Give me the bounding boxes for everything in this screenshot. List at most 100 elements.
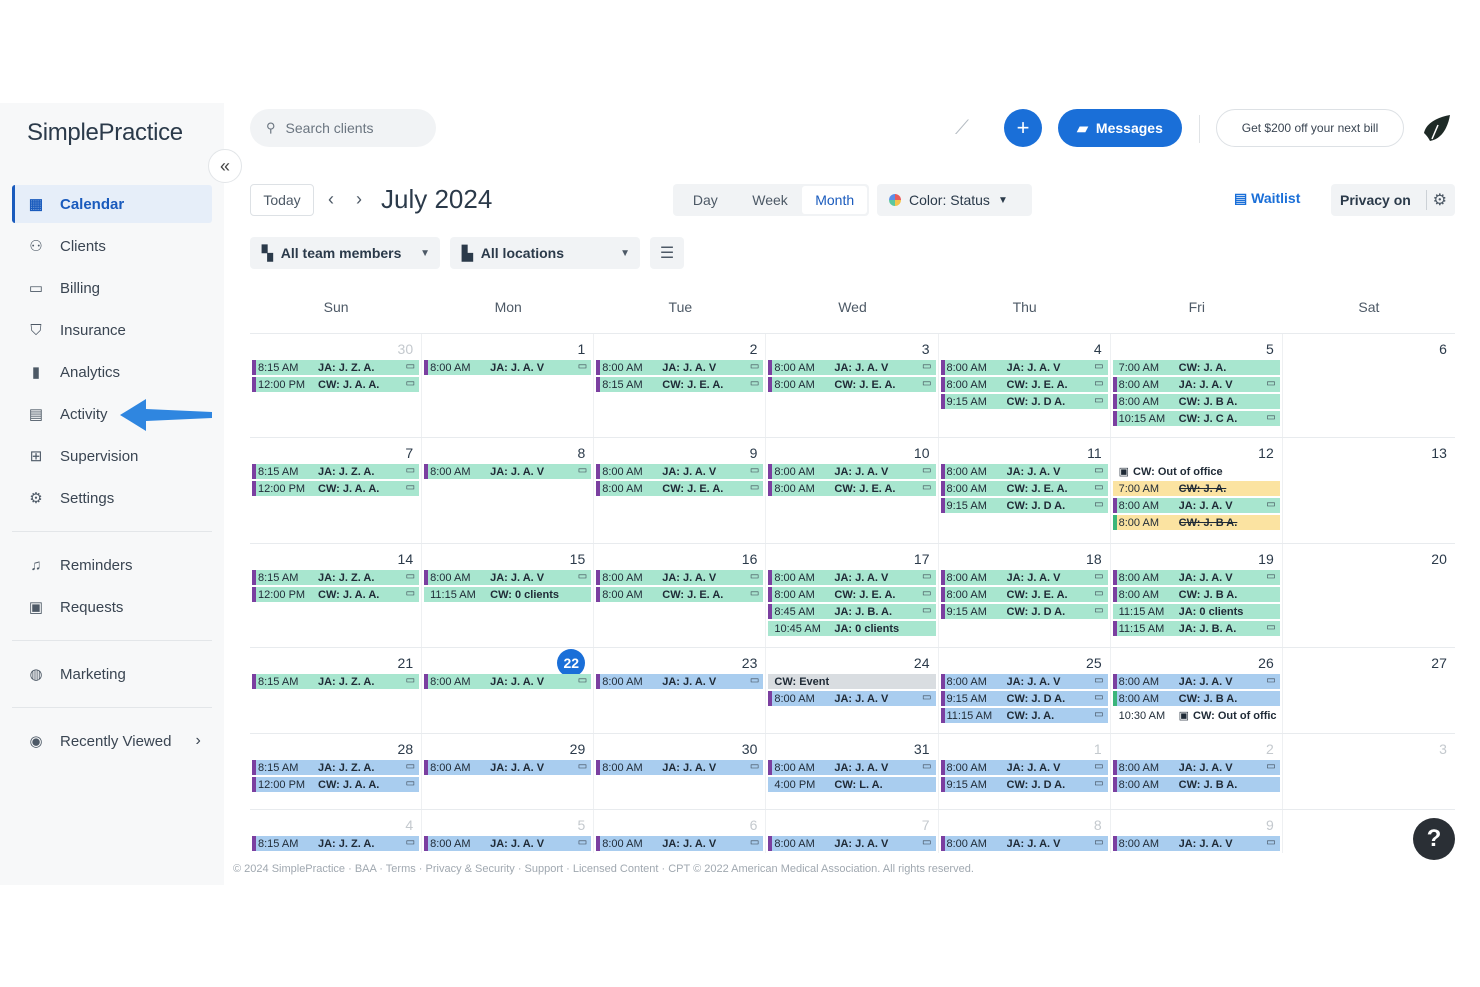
calendar-event[interactable]: 8:45 AM JA: J. B. A. ▭	[768, 604, 936, 619]
calendar-day-cell[interactable]: 21 8:15 AM JA: J. Z. A. ▭	[250, 648, 423, 733]
calendar-event[interactable]: 8:00 AM JA: J. A. V ▭	[768, 360, 936, 375]
date-number[interactable]: 8	[424, 442, 591, 464]
calendar-event[interactable]: 8:00 AM CW: J. E. A. ▭	[940, 481, 1108, 496]
date-number[interactable]: 27	[1285, 652, 1453, 674]
calendar-event[interactable]: 8:00 AM CW: J. B A.	[1112, 691, 1280, 706]
calendar-day-cell[interactable]: 30 8:15 AM JA: J. Z. A. ▭ 12:00 PM CW: J. A. …	[250, 334, 423, 437]
calendar-event[interactable]: 8:00 AM JA: J. A. V ▭	[940, 760, 1108, 775]
date-number[interactable]: 18	[941, 548, 1108, 570]
date-number[interactable]: 3	[1285, 738, 1453, 760]
date-number[interactable]: 14	[252, 548, 419, 570]
calendar-event[interactable]: 8:00 AM CW: J. E. A. ▭	[596, 587, 764, 602]
view-week-tab[interactable]: Week	[738, 186, 803, 214]
date-number[interactable]: 26	[1113, 652, 1280, 674]
date-number[interactable]: 5	[424, 814, 591, 836]
view-day-tab[interactable]: Day	[673, 186, 738, 214]
calendar-event[interactable]: 8:00 AM CW: J. B A.	[1112, 394, 1280, 409]
date-number[interactable]: 9	[1113, 814, 1280, 836]
calendar-event[interactable]: 8:15 AM JA: J. Z. A. ▭	[252, 760, 420, 775]
privacy-toggle[interactable]: Privacy on ⚙	[1331, 184, 1455, 216]
calendar-event[interactable]: 8:00 AM JA: J. A. V ▭	[424, 360, 592, 375]
sidebar-item-analytics[interactable]: ▮ Analytics	[12, 353, 212, 391]
calendar-event[interactable]: 8:15 AM CW: J. E. A. ▭	[596, 377, 764, 392]
calendar-event[interactable]: 8:00 AM JA: J. A. V ▭	[1112, 760, 1280, 775]
calendar-day-cell[interactable]: 22 8:00 AM JA: J. A. V ▭	[422, 648, 595, 733]
calendar-event[interactable]: 8:00 AM JA: J. A. V ▭	[768, 570, 936, 585]
date-number[interactable]: 16	[596, 548, 763, 570]
calendar-event[interactable]: 7:00 AM CW: J. A.	[1112, 360, 1280, 375]
calendar-event[interactable]: 8:00 AM CW: J. E. A. ▭	[940, 587, 1108, 602]
calendar-event[interactable]: 8:00 AM JA: J. A. V ▭	[424, 760, 592, 775]
calendar-day-cell[interactable]: 1 8:00 AM JA: J. A. V ▭ 9:15 AM CW: J. D A. ▭	[939, 734, 1111, 809]
calendar-day-cell[interactable]: 17 8:00 AM JA: J. A. V ▭ 8:00 AM CW: J. E. A.…	[766, 544, 939, 647]
calendar-day-cell[interactable]: 13	[1283, 438, 1455, 543]
calendar-event[interactable]: 9:15 AM CW: J. D A. ▭	[940, 777, 1108, 792]
calendar-day-cell[interactable]: 25 8:00 AM JA: J. A. V ▭ 9:15 AM CW: J. D A. ▭…	[939, 648, 1111, 733]
date-number[interactable]: 20	[1285, 548, 1453, 570]
calendar-day-cell[interactable]: 1 8:00 AM JA: J. A. V ▭	[422, 334, 595, 437]
date-number[interactable]: 10	[768, 442, 935, 464]
calendar-day-cell[interactable]: 30 8:00 AM JA: J. A. V ▭	[594, 734, 767, 809]
messages-button[interactable]: ▰ Messages	[1058, 109, 1182, 147]
calendar-event[interactable]: 8:15 AM JA: J. Z. A. ▭	[252, 836, 420, 851]
today-date-number[interactable]: 22	[424, 649, 591, 677]
date-number[interactable]: 24	[768, 652, 935, 674]
calendar-day-cell[interactable]: 15 8:00 AM JA: J. A. V ▭ 11:15 AM CW: 0 clien…	[422, 544, 595, 647]
calendar-day-cell[interactable]: 5 8:00 AM JA: J. A. V ▭	[422, 810, 595, 853]
prev-month-button[interactable]: ‹	[328, 189, 334, 210]
calendar-event[interactable]: 8:15 AM JA: J. Z. A. ▭	[252, 464, 420, 479]
calendar-event[interactable]: 7:00 AM CW: J. A.	[1112, 481, 1280, 496]
calendar-event[interactable]: 8:00 AM JA: J. A. V ▭	[940, 360, 1108, 375]
avatar[interactable]	[1418, 111, 1454, 147]
calendar-event[interactable]: 8:00 AM JA: J. A. V ▭	[768, 691, 936, 706]
date-number[interactable]: 11	[941, 442, 1108, 464]
date-number[interactable]: 13	[1285, 442, 1453, 464]
sidebar-item-recently-viewed[interactable]: ◉ Recently Viewed ›	[12, 722, 212, 760]
calendar-event[interactable]: 8:00 AM CW: J. E. A. ▭	[940, 377, 1108, 392]
calendar-event[interactable]: 8:00 AM JA: J. A. V ▭	[424, 464, 592, 479]
calendar-event[interactable]: 12:00 PM CW: J. A. A. ▭	[252, 377, 420, 392]
date-number[interactable]: 25	[941, 652, 1108, 674]
calendar-event[interactable]: 8:00 AM JA: J. A. V ▭	[596, 570, 764, 585]
calendar-day-cell[interactable]: 23 8:00 AM JA: J. A. V ▭	[594, 648, 767, 733]
trend-icon[interactable]: ⟋	[955, 117, 969, 140]
calendar-day-cell[interactable]: 6 8:00 AM JA: J. A. V ▭	[594, 810, 767, 853]
date-number[interactable]: 4	[941, 338, 1108, 360]
calendar-day-cell[interactable]: 29 8:00 AM JA: J. A. V ▭	[422, 734, 595, 809]
calendar-day-cell[interactable]: 12 ▣ CW: Out of office 7:00 AM CW: J. A. 8:00…	[1111, 438, 1283, 543]
date-number[interactable]: 30	[252, 338, 419, 360]
calendar-event[interactable]: 9:15 AM CW: J. D A. ▭	[940, 691, 1108, 706]
sidebar-item-clients[interactable]: ⚇ Clients	[12, 227, 212, 265]
calendar-day-cell[interactable]: 31 8:00 AM JA: J. A. V ▭ 4:00 PM CW: L. A.	[766, 734, 939, 809]
calendar-event[interactable]: 8:00 AM CW: J. E. A. ▭	[768, 377, 936, 392]
calendar-event[interactable]: 8:00 AM JA: J. A. V ▭	[424, 570, 592, 585]
calendar-event[interactable]: 11:15 AM JA: J. B. A. ▭	[1112, 621, 1280, 636]
view-month-tab[interactable]: Month	[802, 186, 868, 214]
calendar-day-cell[interactable]: 19 8:00 AM JA: J. A. V ▭ 8:00 AM CW: J. B A. 1…	[1111, 544, 1283, 647]
calendar-day-cell[interactable]: 2 8:00 AM JA: J. A. V ▭ 8:15 AM CW: J. E. A. ▭	[594, 334, 767, 437]
date-number[interactable]: 5	[1113, 338, 1280, 360]
date-number[interactable]: 2	[596, 338, 763, 360]
team-filter[interactable]: ▚ All team members ▼	[250, 237, 440, 269]
date-number[interactable]: 6	[596, 814, 763, 836]
calendar-day-cell[interactable]: 20	[1283, 544, 1455, 647]
calendar-event[interactable]: 11:15 AM CW: 0 clients	[424, 587, 592, 602]
sidebar-item-billing[interactable]: ▭ Billing	[12, 269, 212, 307]
calendar-event[interactable]: 9:15 AM CW: J. D A. ▭	[940, 604, 1108, 619]
sidebar-item-settings[interactable]: ⚙ Settings	[12, 479, 212, 517]
calendar-event[interactable]: 8:15 AM JA: J. Z. A. ▭	[252, 674, 420, 689]
calendar-day-cell[interactable]: 7 8:00 AM JA: J. A. V ▭	[766, 810, 939, 853]
calendar-event[interactable]: 8:00 AM JA: J. A. V ▭	[940, 464, 1108, 479]
calendar-event[interactable]: 8:00 AM JA: J. A. V ▭	[596, 464, 764, 479]
calendar-event[interactable]: 9:15 AM CW: J. D A. ▭	[940, 498, 1108, 513]
sidebar-item-reminders[interactable]: ♫ Reminders	[12, 546, 212, 584]
date-number[interactable]: 15	[424, 548, 591, 570]
date-number[interactable]: 6	[1285, 338, 1453, 360]
calendar-day-cell[interactable]: 4 8:00 AM JA: J. A. V ▭ 8:00 AM CW: J. E. A. ▭…	[939, 334, 1111, 437]
sidebar-item-requests[interactable]: ▣ Requests	[12, 588, 212, 626]
date-number[interactable]: 28	[252, 738, 419, 760]
calendar-event[interactable]: 8:00 AM JA: J. A. V ▭	[596, 836, 764, 851]
date-number[interactable]: 7	[768, 814, 935, 836]
calendar-event[interactable]: 12:00 PM CW: J. A. A. ▭	[252, 777, 420, 792]
calendar-day-cell[interactable]: 8 8:00 AM JA: J. A. V ▭	[422, 438, 595, 543]
